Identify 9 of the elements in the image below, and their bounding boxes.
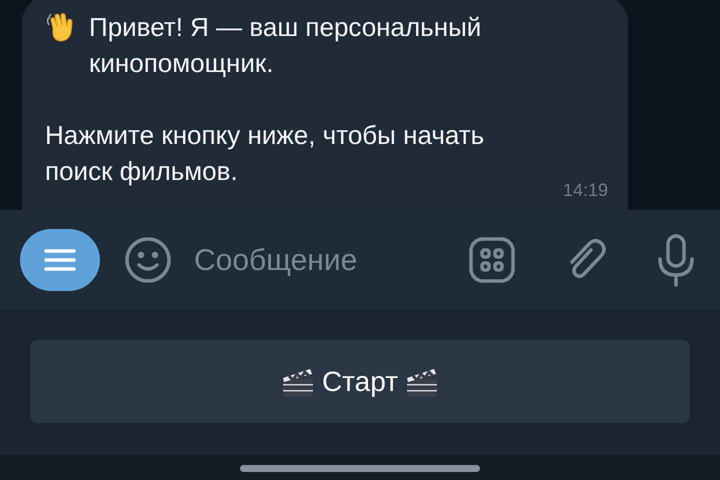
microphone-icon[interactable] [656,233,696,287]
smiley-icon[interactable] [124,236,172,284]
grid-icon[interactable] [468,236,516,284]
message-time: 14:19 [562,179,608,202]
start-button[interactable]: Старт [30,340,690,423]
message-text: Нажмите кнопку ниже, чтобы начать поиск фильмов. [45,119,484,188]
message-input[interactable]: Сообщение [194,238,458,282]
message-text: Привет! Я — ваш персональный кинопомощник. [89,11,482,80]
menu-icon [44,249,76,271]
